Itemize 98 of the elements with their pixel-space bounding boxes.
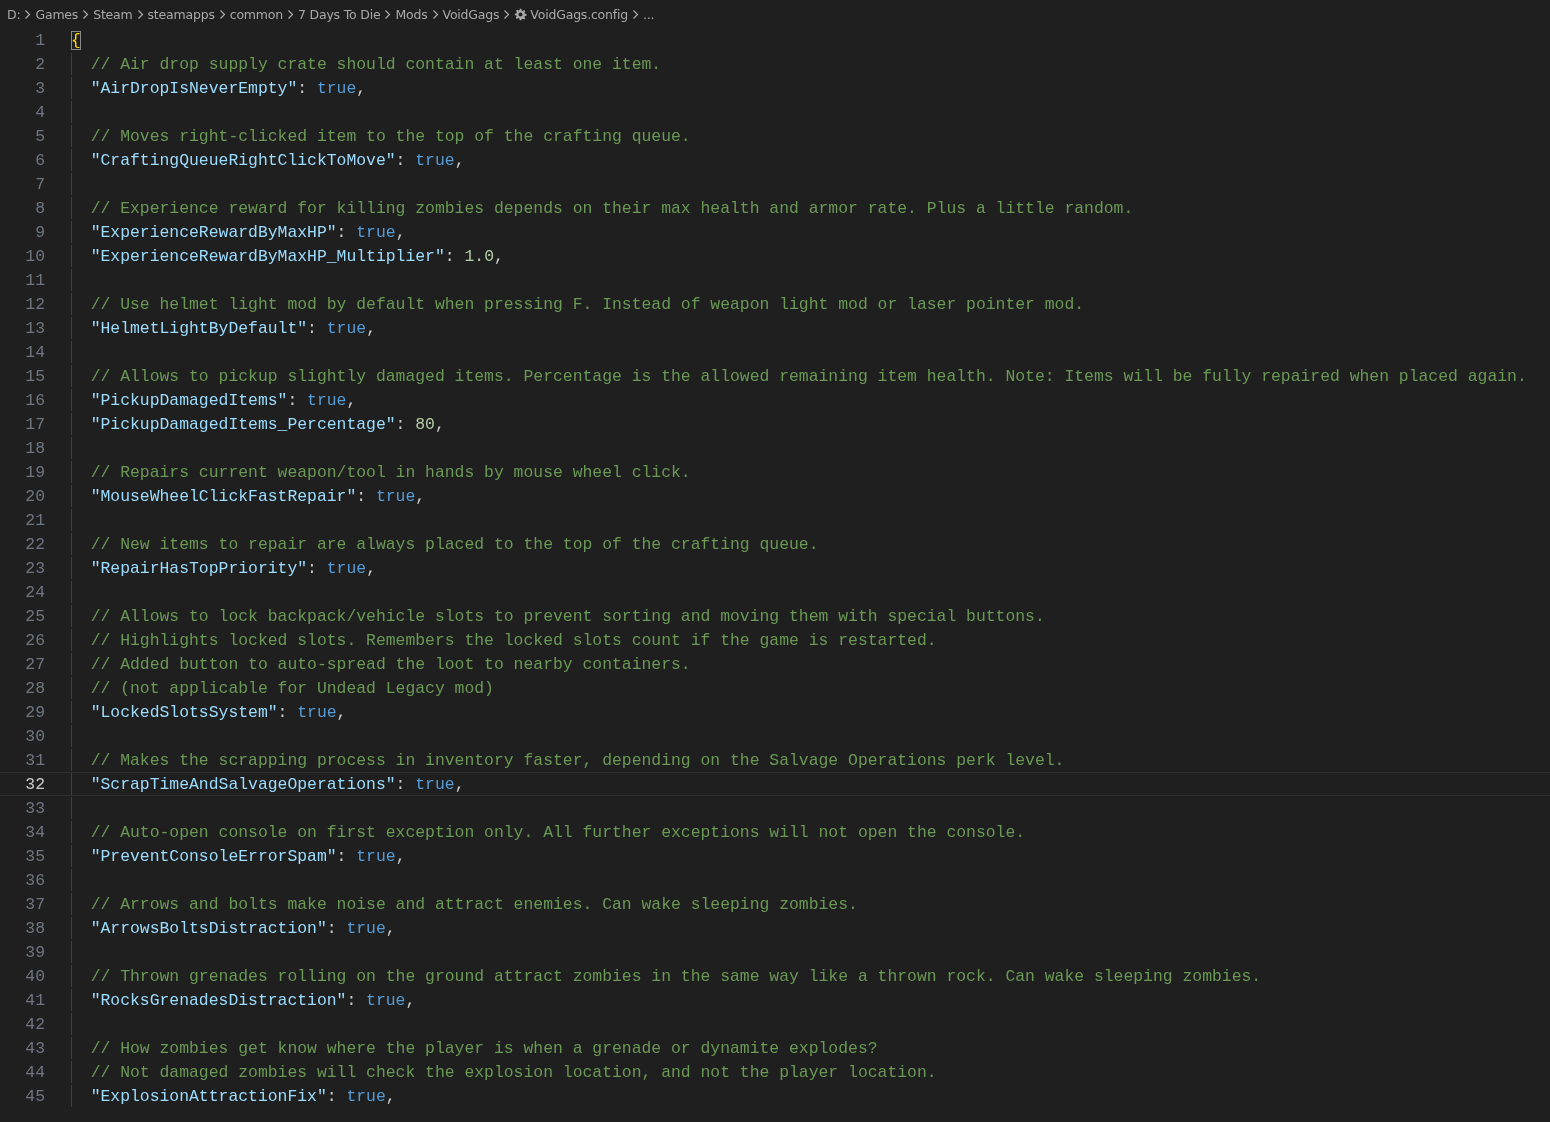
code-line: "RepairHasTopPriority": true,: [90, 558, 376, 579]
line-number: 1: [34, 30, 45, 51]
line-number: 35: [24, 846, 45, 867]
code-line: // Air drop supply crate should contain at least one item.: [90, 54, 662, 75]
line-number: 9: [34, 222, 45, 243]
line-number: 8: [34, 198, 45, 219]
breadcrumb-item[interactable]: D:: [7, 6, 21, 22]
code-line: {: [71, 30, 81, 51]
line-number: 34: [24, 822, 45, 843]
code-line: "ExperienceRewardByMaxHP_Multiplier": 1.0,: [90, 246, 504, 267]
code-line: "RocksGrenadesDistraction": true,: [90, 990, 416, 1011]
line-number: 3: [34, 78, 45, 99]
line-number: 7: [34, 174, 45, 195]
breadcrumb-item[interactable]: Mods: [395, 6, 428, 22]
line-number: 28: [24, 678, 45, 699]
chevron-icon: [23, 8, 33, 20]
chevron-icon: [135, 8, 145, 20]
gear-icon: [514, 7, 528, 21]
code-line: // Experience reward for killing zombies depends on their max health and armor rate. Plus a little random.: [90, 198, 1134, 219]
line-number: 16: [24, 390, 45, 411]
line-number: 4: [34, 102, 45, 123]
line-number: 38: [24, 918, 45, 939]
chevron-icon: [430, 8, 440, 20]
breadcrumb-item[interactable]: steamapps: [147, 6, 215, 22]
line-number: 39: [24, 942, 45, 963]
line-number: 33: [24, 798, 45, 819]
code-line: // Makes the scrapping process in inventory faster, depending on the Salvage Operations perk level.: [90, 750, 1065, 771]
breadcrumb-item[interactable]: common: [229, 6, 283, 22]
code-line: // Not damaged zombies will check the explosion location, and not the player location.: [90, 1062, 937, 1083]
line-number: 15: [24, 366, 45, 387]
line-number: 13: [24, 318, 45, 339]
code-line: // Highlights locked slots. Remembers the locked slots count if the game is restarted.: [90, 630, 937, 651]
line-number: 41: [24, 990, 45, 1011]
code-line: "PickupDamagedItems_Percentage": 80,: [90, 414, 445, 435]
code-line: "MouseWheelClickFastRepair": true,: [90, 486, 426, 507]
code-line: "AirDropIsNeverEmpty": true,: [90, 78, 367, 99]
chevron-icon: [81, 8, 91, 20]
line-number: 10: [24, 246, 45, 267]
line-number: 19: [24, 462, 45, 483]
code-line: // Repairs current weapon/tool in hands by mouse wheel click.: [90, 462, 691, 483]
code-line: // New items to repair are always placed to the top of the crafting queue.: [90, 534, 819, 555]
chevron-icon: [502, 8, 512, 20]
code-line: // Added button to auto-spread the loot to nearby containers.: [90, 654, 691, 675]
breadcrumb-item[interactable]: VoidGags: [442, 6, 500, 22]
line-number: 2: [34, 54, 45, 75]
line-number: 40: [24, 966, 45, 987]
line-number: 37: [24, 894, 45, 915]
line-number: 45: [24, 1086, 45, 1107]
line-number: 22: [24, 534, 45, 555]
code-line: // Allows to lock backpack/vehicle slots to prevent sorting and moving them with special buttons.: [90, 606, 1045, 627]
line-number: 25: [24, 606, 45, 627]
code-line: "ExplosionAttractionFix": true,: [90, 1086, 396, 1107]
line-number: 42: [24, 1014, 45, 1035]
breadcrumb-item[interactable]: VoidGags.config: [530, 6, 628, 22]
line-number: 44: [24, 1062, 45, 1083]
line-number: 32: [24, 774, 45, 795]
line-number: 26: [24, 630, 45, 651]
code-line: // How zombies get know where the player is when a grenade or dynamite explodes?: [90, 1038, 878, 1059]
breadcrumb-item[interactable]: Games: [35, 6, 79, 22]
line-number: 36: [24, 870, 45, 891]
code-line: // Auto-open console on first exception only. All further exceptions will not open the console.: [90, 822, 1026, 843]
line-number: 17: [24, 414, 45, 435]
line-number: 31: [24, 750, 45, 771]
code-line: // Allows to pickup slightly damaged items. Percentage is the allowed remaining item health. Note: Items will be fully repaired when placed again.: [90, 366, 1527, 387]
line-number: 12: [24, 294, 45, 315]
breadcrumb-item[interactable]: Steam: [93, 6, 133, 22]
line-number: 23: [24, 558, 45, 579]
code-line: "ExperienceRewardByMaxHP": true,: [90, 222, 406, 243]
line-number: 14: [24, 342, 45, 363]
code-line: "CraftingQueueRightClickToMove": true,: [90, 150, 465, 171]
line-number: 6: [34, 150, 45, 171]
code-line: // Arrows and bolts make noise and attract enemies. Can wake sleeping zombies.: [90, 894, 858, 915]
code-line: "HelmetLightByDefault": true,: [90, 318, 376, 339]
breadcrumb-more[interactable]: ...: [643, 6, 655, 22]
code-line: "ArrowsBoltsDistraction": true,: [90, 918, 396, 939]
chevron-icon: [217, 8, 227, 20]
chevron-icon: [631, 8, 640, 20]
line-number: 18: [24, 438, 45, 459]
line-number: 27: [24, 654, 45, 675]
line-number: 5: [34, 126, 45, 147]
line-number: 21: [24, 510, 45, 531]
line-number: 20: [24, 486, 45, 507]
chevron-icon: [286, 8, 295, 20]
code-line: // Moves right-clicked item to the top of the crafting queue.: [90, 126, 691, 147]
breadcrumb-item[interactable]: 7 Days To Die: [298, 6, 381, 22]
code-line: "LockedSlotsSystem": true,: [90, 702, 347, 723]
code-line: // (not applicable for Undead Legacy mod): [90, 678, 494, 699]
code-line: "PreventConsoleErrorSpam": true,: [90, 846, 406, 867]
line-number: 43: [24, 1038, 45, 1059]
line-number: 24: [24, 582, 45, 603]
line-number: 30: [24, 726, 45, 747]
chevron-icon: [383, 8, 393, 20]
code-line: "PickupDamagedItems": true,: [90, 390, 357, 411]
code-line: // Thrown grenades rolling on the ground attract zombies in the same way like a thrown rock. Can wake sleeping zombies.: [90, 966, 1262, 987]
code-line: "ScrapTimeAndSalvageOperations": true,: [90, 774, 465, 795]
code-line: // Use helmet light mod by default when pressing F. Instead of weapon light mod or laser pointer mod.: [90, 294, 1085, 315]
line-number: 11: [24, 270, 45, 291]
line-number: 29: [24, 702, 45, 723]
